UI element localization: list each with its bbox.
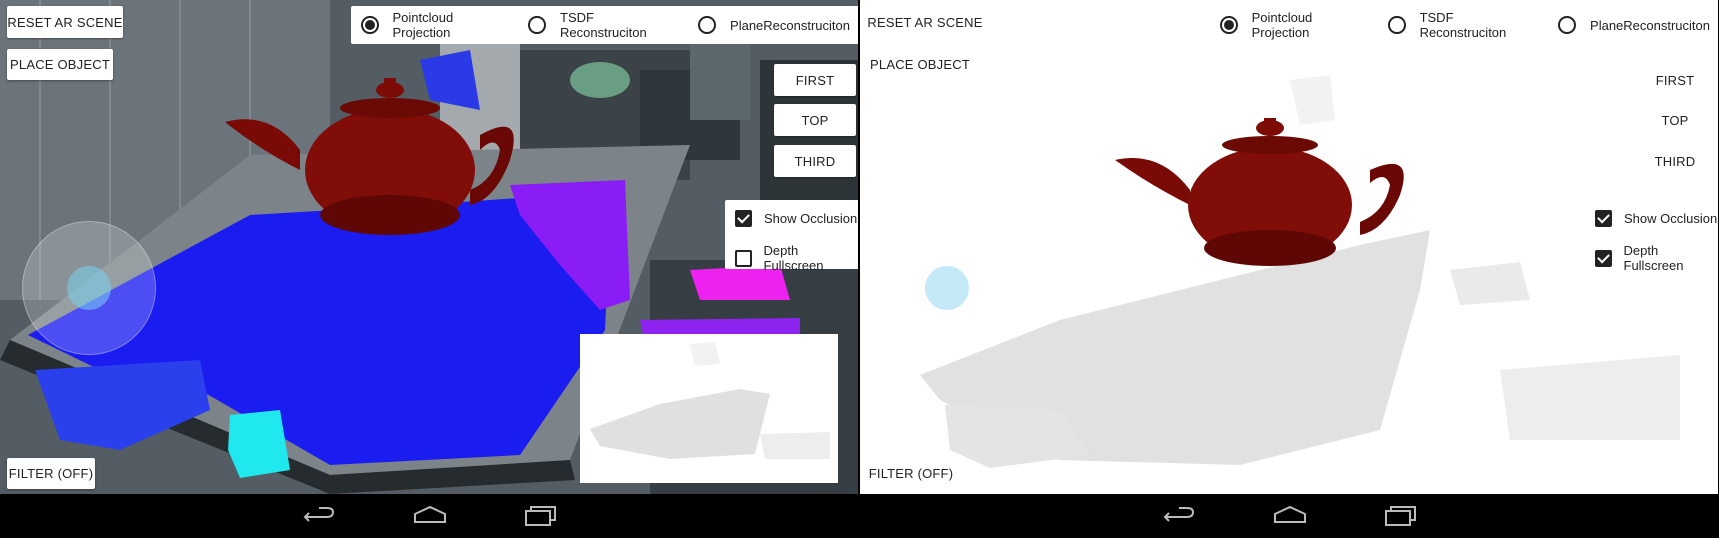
- filter-button[interactable]: FILTER (OFF): [7, 458, 95, 489]
- render-mode-radio-group: Pointcloud Projection TSDF Reconstrucito…: [1210, 6, 1718, 44]
- joystick-icon[interactable]: [925, 266, 969, 310]
- radio-unselected-icon: [1558, 16, 1577, 34]
- depth-view[interactable]: RESET AR SCENE PLACE OBJECT FILTER (OFF)…: [860, 0, 1718, 494]
- pointcloud-cyan: [228, 410, 290, 478]
- first-person-button[interactable]: FIRST: [1634, 64, 1716, 96]
- home-icon[interactable]: [413, 504, 447, 528]
- radio-unselected-icon: [528, 16, 546, 34]
- depth-fullscreen-checkbox[interactable]: Depth Fullscreen: [735, 243, 858, 273]
- android-nav-bar: [860, 494, 1718, 538]
- checkbox-label: Show Occlusion: [1624, 211, 1718, 226]
- teapot-model: [1115, 118, 1404, 266]
- radio-pointcloud-projection[interactable]: Pointcloud Projection: [361, 10, 510, 40]
- first-person-button[interactable]: FIRST: [774, 64, 856, 96]
- radio-label: Pointcloud Projection: [1251, 10, 1313, 40]
- checkbox-checked-icon: [1595, 210, 1612, 227]
- depth-preview: [580, 334, 838, 483]
- third-person-button[interactable]: THIRD: [1634, 145, 1716, 177]
- render-mode-radio-group: Pointcloud Projection TSDF Reconstrucito…: [351, 6, 858, 44]
- top-view-button[interactable]: TOP: [1634, 104, 1716, 136]
- ar-camera-panel: RESET AR SCENE PLACE OBJECT FILTER (OFF)…: [0, 0, 858, 538]
- radio-plane-reconstruction[interactable]: PlaneReconstruciton: [698, 16, 850, 34]
- options-panel: Show Occlusion Depth Fullscreen: [725, 200, 858, 273]
- reset-ar-scene-button[interactable]: RESET AR SCENE: [7, 6, 123, 38]
- green-chair: [570, 62, 630, 98]
- top-view-button[interactable]: TOP: [774, 104, 856, 136]
- checkbox-unchecked-icon: [735, 249, 752, 267]
- depth-shelf: [1290, 75, 1335, 125]
- radio-tsdf-reconstruction[interactable]: TSDF Reconstruciton: [528, 10, 680, 40]
- options-panel: Show Occlusion Depth Fullscreen: [1585, 200, 1718, 273]
- radio-label: PlaneReconstruciton: [1590, 17, 1710, 33]
- checkbox-label: Depth Fullscreen: [1623, 243, 1684, 273]
- back-icon[interactable]: [303, 504, 337, 528]
- depth-fullscreen-checkbox[interactable]: Depth Fullscreen: [1595, 243, 1718, 273]
- place-object-button[interactable]: PLACE OBJECT: [867, 49, 973, 80]
- filter-button[interactable]: FILTER (OFF): [867, 458, 955, 489]
- depth-chair: [1450, 262, 1530, 305]
- radio-selected-icon: [361, 16, 379, 34]
- home-icon[interactable]: [1273, 504, 1307, 528]
- show-occlusion-checkbox[interactable]: Show Occlusion: [735, 210, 857, 227]
- reset-ar-scene-button[interactable]: RESET AR SCENE: [867, 6, 983, 38]
- radio-label: TSDF Reconstruciton: [560, 10, 647, 40]
- depth-preview-graphics: [590, 342, 830, 459]
- radio-tsdf-reconstruction[interactable]: TSDF Reconstruciton: [1387, 10, 1540, 40]
- depth-view-panel: RESET AR SCENE PLACE OBJECT FILTER (OFF)…: [860, 0, 1718, 538]
- radio-unselected-icon: [1387, 16, 1406, 34]
- joystick-icon[interactable]: [67, 266, 111, 310]
- back-wall-shape: [690, 40, 750, 120]
- radio-unselected-icon: [698, 16, 717, 34]
- android-nav-bar: [0, 494, 858, 538]
- radio-label: Pointcloud Projection: [392, 10, 454, 40]
- checkbox-checked-icon: [735, 210, 752, 227]
- radio-pointcloud-projection[interactable]: Pointcloud Projection: [1220, 10, 1370, 40]
- joystick[interactable]: [22, 221, 156, 355]
- radio-label: TSDF Reconstruciton: [1419, 10, 1507, 40]
- radio-plane-reconstruction[interactable]: PlaneReconstruciton: [1558, 16, 1710, 34]
- recents-icon[interactable]: [1383, 504, 1417, 528]
- radio-selected-icon: [1220, 16, 1238, 34]
- place-object-button[interactable]: PLACE OBJECT: [7, 49, 113, 80]
- third-person-button[interactable]: THIRD: [774, 145, 856, 177]
- show-occlusion-checkbox[interactable]: Show Occlusion: [1595, 210, 1717, 227]
- depth-right: [1500, 355, 1680, 440]
- recents-icon[interactable]: [523, 504, 557, 528]
- back-icon[interactable]: [1163, 504, 1197, 528]
- checkbox-label: Depth Fullscreen: [763, 243, 824, 273]
- camera-view[interactable]: RESET AR SCENE PLACE OBJECT FILTER (OFF)…: [0, 0, 858, 494]
- checkbox-label: Show Occlusion: [764, 211, 858, 226]
- radio-label: PlaneReconstruciton: [730, 17, 850, 33]
- checkbox-checked-icon: [1595, 249, 1612, 267]
